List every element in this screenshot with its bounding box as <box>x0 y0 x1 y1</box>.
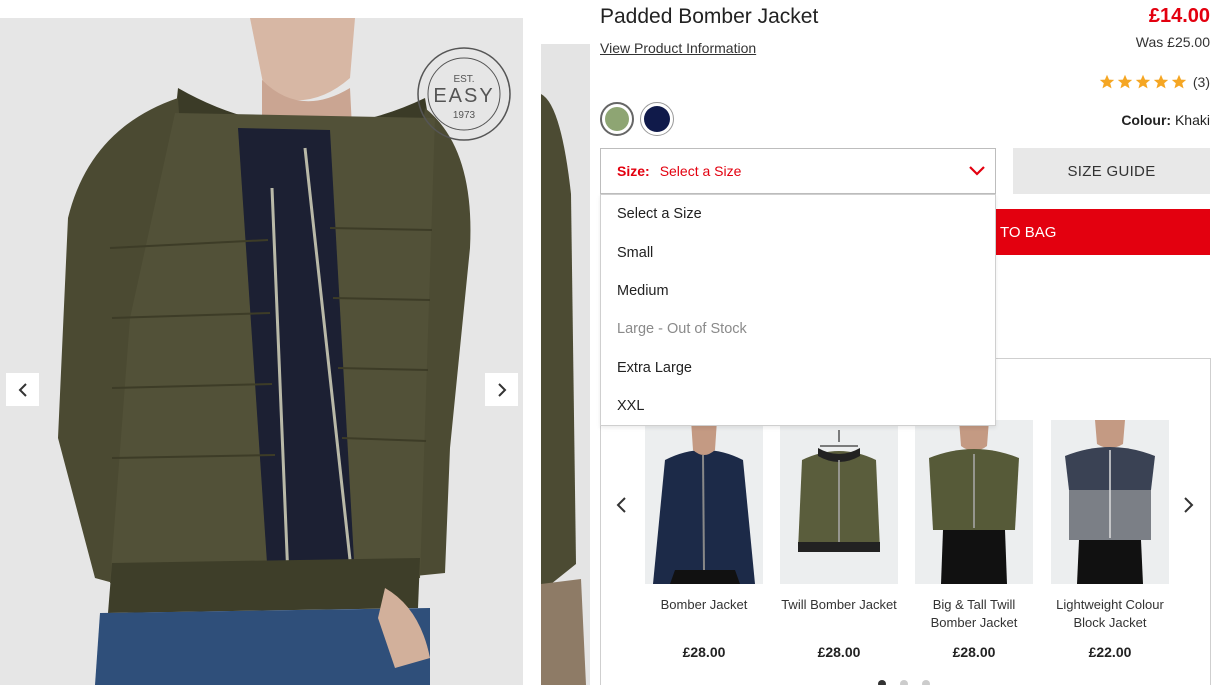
chevron-left-icon <box>18 382 27 397</box>
recommendation-price: £28.00 <box>817 644 861 660</box>
size-dropdown-menu: Select a Size Small Medium Large - Out of S… <box>600 194 996 426</box>
chevron-down-icon <box>969 166 985 176</box>
pager-dot[interactable] <box>878 680 886 685</box>
recommendation-name[interactable]: Big & Tall Twill Bomber Jacket <box>915 596 1033 634</box>
star-icon <box>1171 74 1187 89</box>
size-guide-button[interactable]: SIZE GUIDE <box>1013 148 1210 194</box>
product-rating[interactable]: (3) <box>1099 74 1210 90</box>
recommendation-card[interactable]: Big & Tall Twill Bomber Jacket £28.00 <box>915 420 1033 660</box>
view-product-information-link[interactable]: View Product Information <box>600 40 756 56</box>
star-icon <box>1135 74 1151 89</box>
size-select[interactable]: Size: Select a Size <box>600 148 996 194</box>
gallery-prev-button[interactable] <box>6 373 39 406</box>
recommendation-price: £22.00 <box>1088 644 1132 660</box>
current-price: £14.00 <box>1148 5 1210 27</box>
gallery-next-button[interactable] <box>485 373 518 406</box>
swatch-colour-fill <box>605 107 629 131</box>
recommendation-card[interactable]: Twill Bomber Jacket £28.00 <box>780 420 898 660</box>
swatch-navy[interactable] <box>640 102 674 136</box>
recommendation-name[interactable]: Twill Bomber Jacket <box>780 596 898 634</box>
brand-stamp-logo: EST. EASY 1973 <box>416 46 512 142</box>
star-icon <box>1153 74 1169 89</box>
add-to-bag-label: TO BAG <box>1000 223 1057 241</box>
size-option[interactable]: Medium <box>601 272 995 310</box>
khaki-twill-photo[interactable] <box>780 420 898 584</box>
recommendation-price: £28.00 <box>682 644 726 660</box>
grey-block-photo[interactable] <box>1051 420 1169 584</box>
colour-label: Colour: <box>1121 112 1172 128</box>
svg-text:EST.: EST. <box>453 74 474 85</box>
next-product-photo-peek[interactable] <box>541 44 590 685</box>
carousel-pager <box>878 680 930 685</box>
review-count[interactable]: (3) <box>1193 74 1210 90</box>
recommendation-card[interactable]: Lightweight Colour Block Jacket £22.00 <box>1051 420 1169 660</box>
size-option[interactable]: Extra Large <box>601 349 995 387</box>
size-option: Large - Out of Stock <box>617 321 747 338</box>
swatch-khaki[interactable] <box>600 102 634 136</box>
navy-bomber-photo[interactable] <box>645 420 763 584</box>
chevron-right-icon <box>497 382 506 397</box>
swatch-colour-fill <box>644 106 670 132</box>
svg-text:1973: 1973 <box>453 110 476 121</box>
pager-dot[interactable] <box>922 680 930 685</box>
pager-dot[interactable] <box>900 680 908 685</box>
was-price: Was £25.00 <box>1135 34 1210 50</box>
colour-swatches <box>600 102 674 136</box>
size-option[interactable]: XXL <box>601 387 995 425</box>
main-product-photo: EST. EASY 1973 <box>0 18 523 685</box>
reco-next-chevron-icon[interactable] <box>1178 495 1198 515</box>
star-icon <box>1117 74 1133 89</box>
svg-text:EASY: EASY <box>433 85 494 107</box>
recommendation-name[interactable]: Bomber Jacket <box>645 596 763 634</box>
khaki-big-tall-photo[interactable] <box>915 420 1033 584</box>
size-label: Size: <box>617 163 650 179</box>
size-option[interactable]: Small <box>601 233 995 271</box>
size-value: Select a Size <box>659 163 742 179</box>
recommendation-price: £28.00 <box>952 644 996 660</box>
colour-value: Khaki <box>1174 112 1210 128</box>
size-option[interactable]: Select a Size <box>601 195 995 233</box>
selected-colour: Colour: Khaki <box>1121 112 1210 128</box>
recommendation-name[interactable]: Lightweight Colour Block Jacket <box>1051 596 1169 634</box>
star-icon <box>1099 74 1115 89</box>
product-gallery: EST. EASY 1973 <box>0 0 590 685</box>
product-title: Padded Bomber Jacket <box>600 5 819 28</box>
reco-prev-chevron-icon[interactable] <box>612 495 632 515</box>
recommendation-card[interactable]: Bomber Jacket £28.00 <box>645 420 763 660</box>
star-rating <box>1099 74 1187 90</box>
